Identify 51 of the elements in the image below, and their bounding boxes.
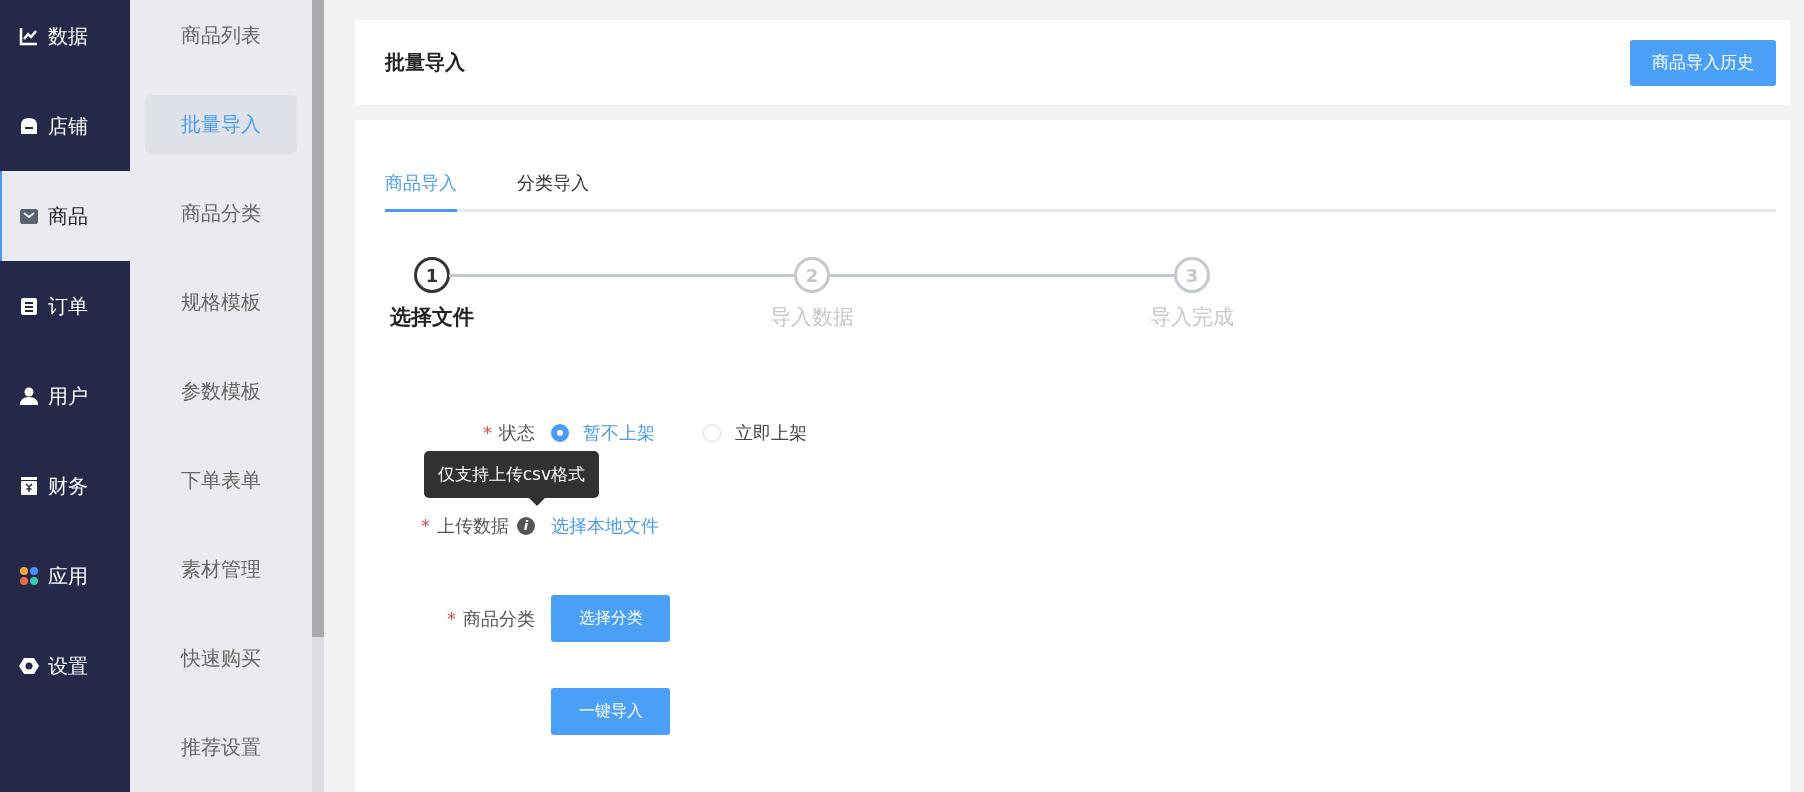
field-label: 商品分类	[463, 606, 535, 631]
tab[interactable]: 分类导入	[517, 171, 589, 209]
radio-option[interactable]: 立即上架	[703, 420, 807, 445]
submenu-item[interactable]: 商品列表	[145, 6, 297, 65]
step-label: 导入数据	[770, 304, 854, 331]
field-label: 上传数据	[437, 513, 509, 538]
house-icon	[19, 116, 39, 136]
step-number: 1	[414, 257, 450, 293]
radio-button[interactable]	[551, 423, 569, 442]
user-icon	[19, 386, 39, 406]
tooltip: 仅支持上传csv格式	[423, 450, 599, 498]
nav-item[interactable]: 店铺	[0, 81, 130, 171]
field-label: 状态	[499, 420, 535, 445]
required-mark: *	[447, 608, 456, 629]
choose-category-button[interactable]: 选择分类	[551, 595, 670, 642]
required-mark: *	[483, 422, 492, 443]
chart-icon	[19, 26, 39, 46]
submenu-item[interactable]: 下单表单	[145, 451, 297, 510]
step-number: 2	[794, 257, 830, 293]
submenu-item[interactable]: 素材管理	[145, 540, 297, 599]
envelope-icon	[19, 206, 39, 226]
submenu-item[interactable]: 规格模板	[145, 273, 297, 332]
submenu-item[interactable]: 商品分类	[145, 184, 297, 243]
nav-item[interactable]: 数据	[0, 0, 130, 81]
step-number: 3	[1174, 257, 1210, 293]
step-label: 选择文件	[390, 304, 474, 331]
scrollbar-thumb[interactable]	[312, 0, 324, 637]
nav-item[interactable]: 应用	[0, 531, 130, 621]
scrollbar[interactable]	[312, 0, 324, 792]
nav-item[interactable]: 财务	[0, 441, 130, 531]
petals-icon	[19, 566, 39, 586]
wallet-icon	[19, 476, 39, 496]
submenu-item[interactable]: 参数模板	[145, 362, 297, 421]
submenu-item[interactable]: 推荐设置	[145, 718, 297, 777]
tooltip-arrow	[529, 497, 545, 506]
nav-item[interactable]: 商品	[0, 171, 130, 261]
import-history-button[interactable]: 商品导入历史	[1630, 39, 1776, 86]
import-button[interactable]: 一键导入	[551, 688, 670, 735]
tab[interactable]: 商品导入	[385, 171, 457, 212]
nav-item[interactable]: 订单	[0, 261, 130, 351]
step-label: 导入完成	[1150, 304, 1234, 331]
page-title: 批量导入	[385, 49, 465, 76]
radio-option[interactable]: 暂不上架	[551, 420, 655, 445]
nav-item[interactable]: 用户	[0, 351, 130, 441]
settings-icon	[19, 656, 39, 676]
nav-item[interactable]: 设置	[0, 621, 130, 711]
submenu-item[interactable]: 快速购买	[145, 629, 297, 688]
clipboard-icon	[19, 296, 39, 316]
choose-file-link[interactable]: 选择本地文件	[551, 513, 659, 538]
info-icon[interactable]: i	[517, 516, 535, 535]
required-mark: *	[421, 515, 430, 536]
